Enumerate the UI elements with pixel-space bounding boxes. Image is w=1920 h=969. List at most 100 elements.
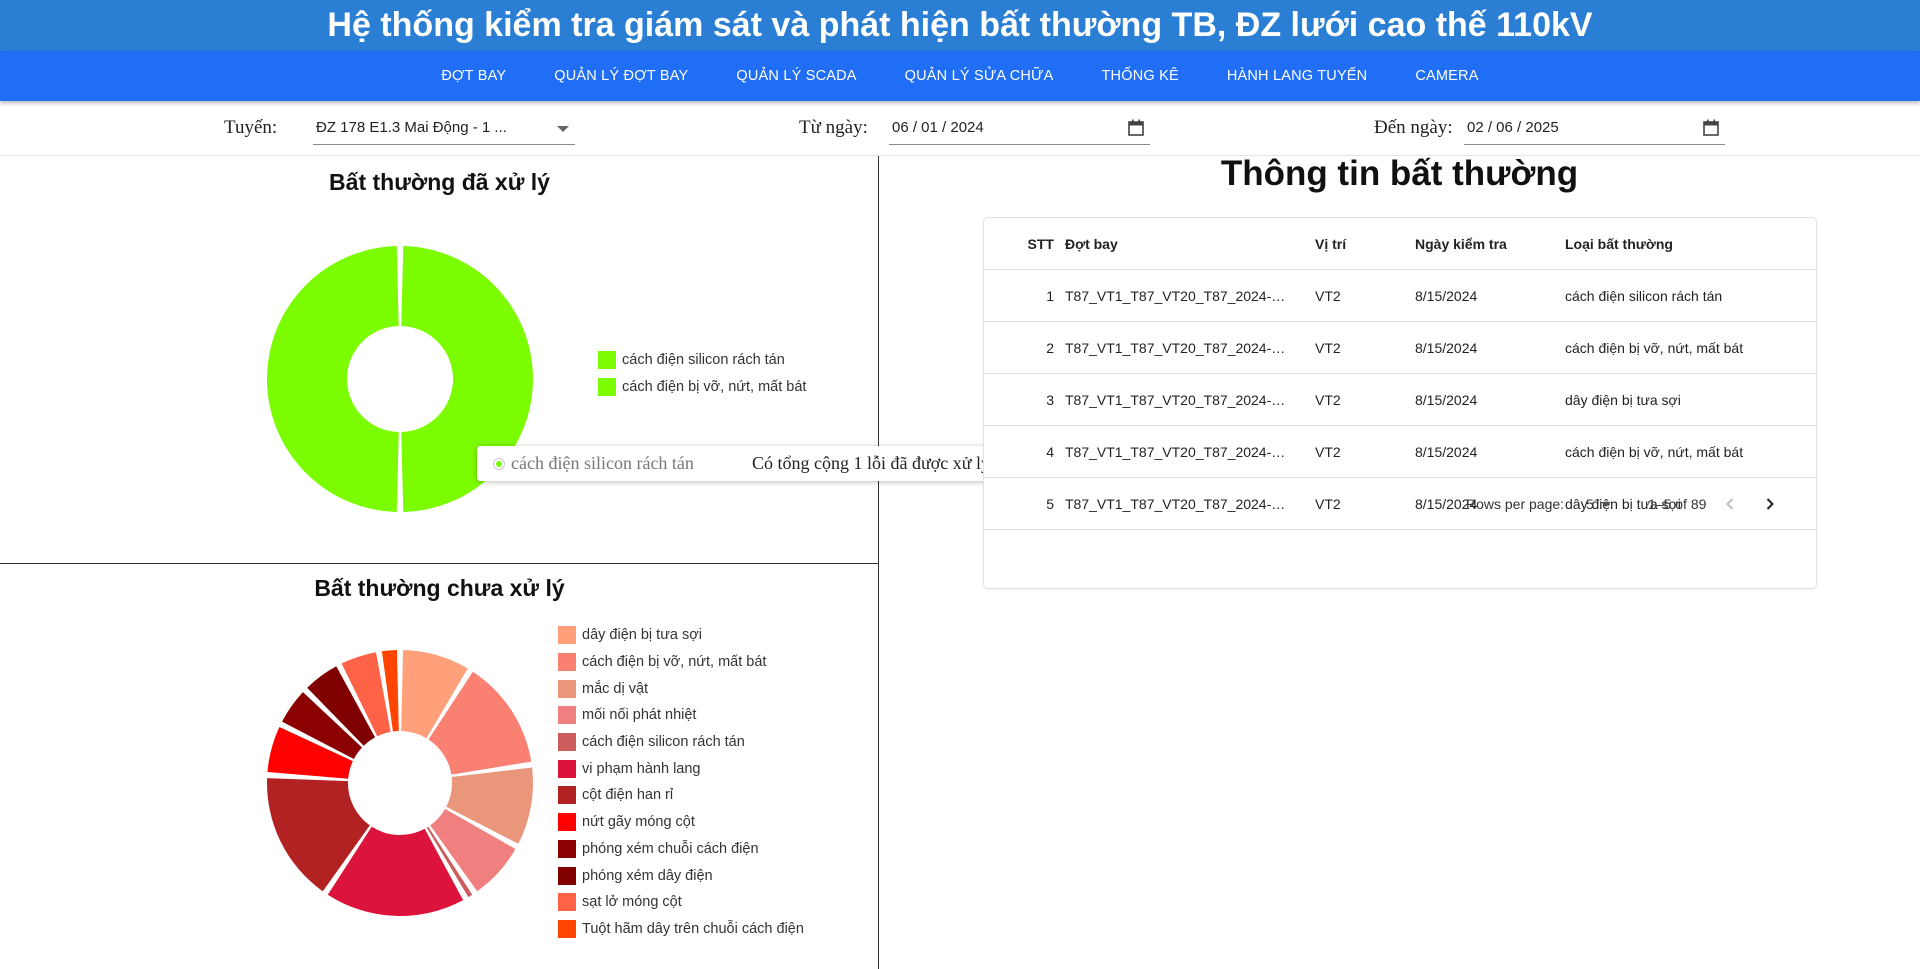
legend-swatch — [558, 893, 576, 912]
unhandled-legend: dây điện bị tưa sợi cách điện bị vỡ, nứt,… — [558, 622, 804, 942]
rows-per-page-select[interactable]: 5 — [1586, 478, 1626, 530]
from-date-input[interactable]: 06 / 01 / 2024 — [889, 115, 1150, 145]
cell-flight: T87_VT1_T87_VT20_T87_2024-08... — [1065, 392, 1289, 408]
nav-flight-management[interactable]: QUẢN LÝ ĐỢT BAY — [530, 51, 712, 101]
unhandled-chart-title: Bất thường chưa xử lý — [314, 575, 565, 601]
cell-position: VT2 — [1315, 288, 1341, 304]
to-date-value: 02 / 06 / 2025 — [1467, 119, 1559, 136]
tooltip-value: Có tổng cộng 1 lỗi đã được xử lý — [752, 453, 991, 473]
cell-check-date: 8/15/2024 — [1415, 340, 1478, 356]
legend-swatch — [558, 759, 576, 778]
table-row[interactable]: 1 T87_VT1_T87_VT20_T87_2024-08... VT2 8/15/… — [984, 270, 1816, 322]
cell-check-date: 8/15/2024 — [1415, 392, 1478, 408]
unhandled-donut-chart — [267, 650, 533, 916]
col-header-flight[interactable]: Đợt bay — [1065, 218, 1289, 270]
cell-anomaly-type: cách điện bị vỡ, nứt, mất bát — [1565, 340, 1744, 356]
prev-page-icon[interactable] — [1722, 496, 1738, 512]
legend-swatch — [558, 733, 576, 752]
col-header-position[interactable]: Vị trí — [1315, 218, 1395, 270]
legend-label: cách điện bị vỡ, nứt, mất bát — [582, 654, 767, 671]
legend-label: vi phạm hành lang — [582, 760, 701, 777]
legend-item[interactable]: cột điện han rỉ — [558, 782, 804, 809]
legend-swatch — [598, 351, 616, 370]
calendar-icon[interactable] — [1128, 119, 1144, 136]
from-date-value: 06 / 01 / 2024 — [892, 119, 984, 136]
cell-flight: T87_VT1_T87_VT20_T87_2024-08... — [1065, 444, 1289, 460]
legend-swatch — [558, 679, 576, 698]
table-row[interactable]: 2 T87_VT1_T87_VT20_T87_2024-08... VT2 8/15/… — [984, 322, 1816, 374]
legend-item[interactable]: cách điện bị vỡ, nứt, mất bát — [558, 649, 804, 676]
cell-stt: 3 — [1046, 392, 1054, 408]
nav-scada-management[interactable]: QUẢN LÝ SCADA — [712, 51, 880, 101]
legend-item[interactable]: cách điện silicon rách tán — [598, 347, 806, 374]
cell-stt: 2 — [1046, 340, 1054, 356]
legend-swatch — [558, 653, 576, 672]
legend-label: sạt lở móng cột — [582, 894, 682, 911]
col-header-anomaly-type[interactable]: Loại bất thường — [1565, 218, 1805, 270]
handled-legend: cách điện silicon rách tán cách điện bị v… — [598, 347, 806, 400]
to-date-input[interactable]: 02 / 06 / 2025 — [1464, 115, 1725, 145]
legend-item[interactable]: cách điện silicon rách tán — [558, 729, 804, 756]
cell-flight: T87_VT1_T87_VT20_T87_2024-08... — [1065, 288, 1289, 304]
caret-down-icon — [1601, 502, 1611, 507]
legend-label: Tuột hãm dây trên chuỗi cách điện — [582, 920, 804, 937]
legend-label: mối nối phát nhiệt — [582, 707, 697, 724]
legend-swatch — [558, 626, 576, 645]
legend-item[interactable]: phóng xém chuỗi cách điện — [558, 836, 804, 863]
legend-label: cột điện han rỉ — [582, 787, 674, 804]
cell-stt: 4 — [1046, 444, 1054, 460]
legend-label: cách điện silicon rách tán — [582, 734, 745, 751]
nav-camera[interactable]: CAMERA — [1391, 51, 1502, 101]
nav-flight[interactable]: ĐỢT BAY — [417, 51, 530, 101]
legend-item[interactable]: Tuột hãm dây trên chuỗi cách điện — [558, 916, 804, 943]
cell-anomaly-type: dây điện bị tưa sợi — [1565, 392, 1681, 408]
rows-per-page-label: Rows per page: — [1466, 496, 1565, 512]
legend-item[interactable]: cách điện bị vỡ, nứt, mất bát — [598, 374, 806, 401]
legend-swatch — [558, 706, 576, 725]
calendar-icon[interactable] — [1703, 119, 1719, 136]
panel-divider-horizontal — [0, 563, 879, 564]
nav-corridor[interactable]: HÀNH LANG TUYẾN — [1203, 51, 1392, 101]
tooltip-series-name: cách điện silicon rách tán — [511, 453, 694, 473]
legend-label: dây điện bị tưa sợi — [582, 627, 702, 644]
col-header-check-date[interactable]: Ngày kiểm tra — [1415, 218, 1555, 270]
legend-label: phóng xém dây điện — [582, 867, 713, 884]
legend-label: cách điện bị vỡ, nứt, mất bát — [622, 379, 807, 396]
cell-flight: T87_VT1_T87_VT20_T87_2024-08... — [1065, 340, 1289, 356]
from-date-label: Từ ngày: — [799, 117, 868, 138]
cell-position: VT2 — [1315, 444, 1341, 460]
pagination-range: 1–5 of 89 — [1648, 496, 1707, 512]
legend-item[interactable]: vi phạm hành lang — [558, 755, 804, 782]
handled-chart-title: Bất thường đã xử lý — [329, 169, 550, 195]
cell-check-date: 8/15/2024 — [1415, 444, 1478, 460]
legend-item[interactable]: dây điện bị tưa sợi — [558, 622, 804, 649]
legend-swatch — [558, 839, 576, 858]
route-select[interactable]: ĐZ 178 E1.3 Mai Động - 1 ... — [313, 115, 575, 145]
rows-per-page-value: 5 — [1586, 496, 1594, 512]
donut-slice[interactable] — [266, 246, 399, 512]
to-date-label: Đến ngày: — [1374, 117, 1453, 138]
nav-repair-management[interactable]: QUẢN LÝ SỬA CHỮA — [881, 51, 1078, 101]
app-title: Hệ thống kiểm tra giám sát và phát hiện … — [0, 0, 1920, 51]
chart-tooltip: cách điện silicon rách tán Có tổng cộng … — [477, 446, 1029, 481]
legend-item[interactable]: mối nối phát nhiệt — [558, 702, 804, 729]
table-header-row: STT Đợt bay Vị trí Ngày kiểm tra Loại bấ… — [984, 218, 1816, 270]
legend-swatch — [558, 866, 576, 885]
legend-item[interactable]: nứt gãy móng cột — [558, 809, 804, 836]
tooltip-color-dot — [494, 459, 504, 469]
cell-anomaly-type: cách điện silicon rách tán — [1565, 288, 1723, 304]
legend-item[interactable]: sạt lở móng cột — [558, 889, 804, 916]
nav-statistics[interactable]: THỐNG KÊ — [1078, 51, 1203, 101]
col-header-stt[interactable]: STT — [1004, 218, 1054, 270]
legend-label: mắc dị vật — [582, 680, 649, 697]
next-page-icon[interactable] — [1762, 496, 1778, 512]
legend-label: phóng xém chuỗi cách điện — [582, 840, 759, 857]
legend-item[interactable]: phóng xém dây điện — [558, 862, 804, 889]
table-pagination: Rows per page: 5 1–5 of 89 — [984, 478, 1816, 530]
legend-item[interactable]: mắc dị vật — [558, 675, 804, 702]
legend-swatch — [558, 919, 576, 938]
legend-label: nứt gãy móng cột — [582, 814, 695, 831]
table-row[interactable]: 3 T87_VT1_T87_VT20_T87_2024-08... VT2 8/15/… — [984, 374, 1816, 426]
table-row[interactable]: 4 T87_VT1_T87_VT20_T87_2024-08... VT2 8/15/… — [984, 426, 1816, 478]
cell-anomaly-type: cách điện bị vỡ, nứt, mất bát — [1565, 444, 1744, 460]
